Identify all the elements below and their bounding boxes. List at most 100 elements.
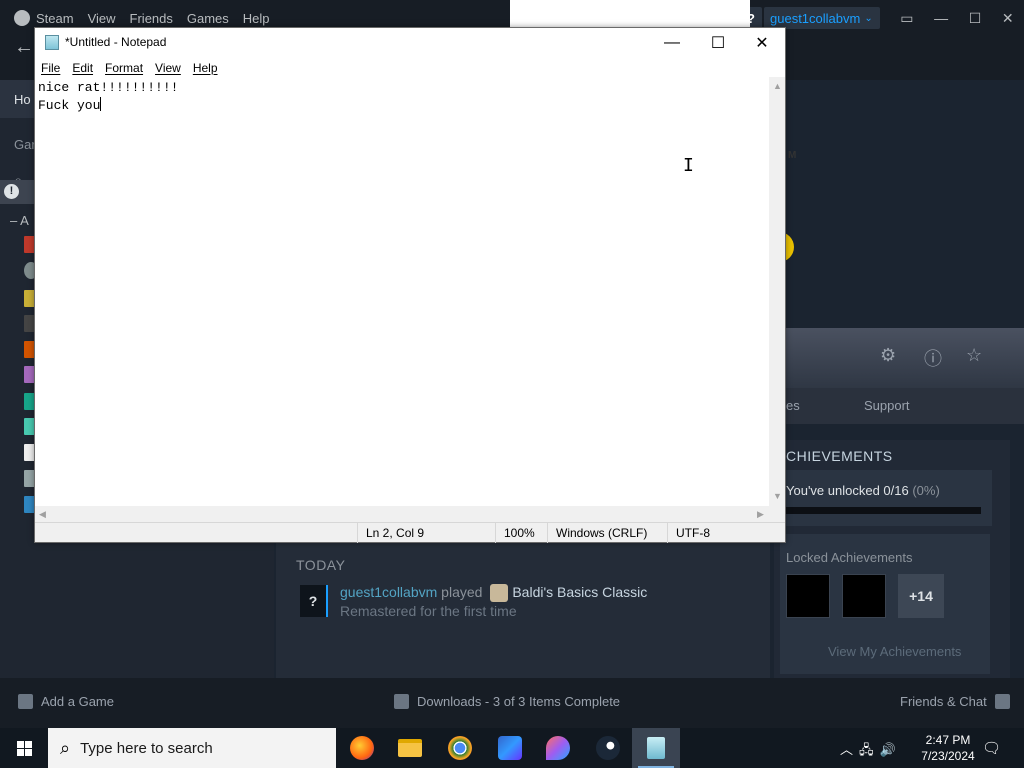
menu-help[interactable]: Help (193, 61, 218, 75)
sidebar-all-label: A (20, 213, 29, 228)
menu-file[interactable]: File (41, 61, 60, 75)
steam-window-controls: ▭ — ☐ ✕ (890, 0, 1024, 36)
unlocked-percent: (0%) (912, 483, 940, 498)
downloads-button[interactable]: Downloads - 3 of 3 Items Complete (394, 694, 620, 709)
locked-achievement-icon[interactable] (786, 574, 830, 618)
steam-menu-friends[interactable]: Friends (130, 11, 173, 26)
activity-verb: played (441, 584, 483, 600)
maximize-icon: ☐ (710, 35, 726, 52)
friends-chat-button[interactable]: Friends & Chat (900, 694, 1010, 709)
menu-edit[interactable]: Edit (72, 61, 93, 75)
windows-logo-icon (16, 740, 32, 756)
activity-user-link[interactable]: guest1collabvm (340, 584, 437, 600)
ibeam-cursor-icon: I (683, 155, 694, 176)
scroll-left-icon[interactable]: ◀ (39, 509, 46, 520)
search-placeholder: Type here to search (80, 739, 213, 757)
friends-chat-label: Friends & Chat (900, 694, 987, 709)
tab-support[interactable]: Support (864, 398, 910, 413)
gear-icon[interactable]: ⚙ (880, 345, 896, 366)
activity-game-icon: ? (300, 585, 328, 617)
file-explorer-icon (398, 739, 422, 757)
tab-partial[interactable]: es (786, 398, 800, 413)
search-icon: ⌕ (60, 737, 71, 758)
sidebar-home-label: Ho (14, 92, 31, 107)
clock-date: 7/23/2024 (921, 749, 975, 763)
status-bar: Ln 2, Col 9 100% Windows (CRLF) UTF-8 (35, 522, 785, 543)
achievements-unlocked-text: You've unlocked 0/16 (0%) (786, 483, 940, 498)
text-line-1: nice rat!!!!!!!!!! (38, 80, 179, 95)
activity-line: guest1collabvm played Baldi's Basics Cla… (340, 584, 647, 603)
sidebar-games-label[interactable]: Gar (14, 137, 36, 152)
taskbar-steam[interactable] (584, 728, 632, 768)
text-line-2: Fuck you (38, 98, 101, 113)
steam-logo-icon[interactable] (14, 10, 30, 26)
minimize-icon: — (664, 34, 680, 51)
steam-menu-help[interactable]: Help (243, 11, 270, 26)
chevron-up-icon[interactable]: ︿ (840, 742, 859, 757)
system-tray: ︿🖧🔊 2:47 PM 7/23/2024 🗨 (836, 728, 1024, 768)
close-icon[interactable]: ✕ (1002, 10, 1014, 27)
info-icon[interactable]: ⓘ (924, 345, 942, 371)
status-zoom: 100% (495, 523, 547, 543)
activity-line-2: Remastered for the first time (340, 603, 517, 619)
text-editor-area[interactable]: nice rat!!!!!!!!!! Fuck you (35, 77, 769, 506)
scroll-up-icon[interactable]: ▲ (773, 81, 782, 91)
taskbar-file-explorer[interactable] (386, 728, 434, 768)
volume-icon[interactable]: 🔊 (880, 742, 902, 757)
tray-icons[interactable]: ︿🖧🔊 (840, 739, 902, 763)
minimize-icon[interactable]: — (934, 10, 948, 26)
taskbar-search-box[interactable]: ⌕ Type here to search (48, 728, 336, 768)
window-title: *Untitled - Notepad (65, 35, 167, 49)
achievements-title: CHIEVEMENTS (786, 448, 893, 464)
steam-menu-games[interactable]: Games (187, 11, 229, 26)
warning-icon: ! (4, 184, 19, 199)
account-name: guest1collabvm (770, 10, 861, 26)
notification-icon[interactable]: 🗨 (982, 739, 1001, 757)
document-text: nice rat!!!!!!!!!! Fuck you (38, 79, 178, 115)
big-picture-icon[interactable]: ▭ (900, 10, 913, 27)
more-achievements-button[interactable]: +14 (898, 574, 944, 618)
notepad-menubar: File Edit Format View Help (35, 58, 785, 77)
chevron-down-icon: ⌄ (864, 12, 873, 24)
start-button[interactable] (0, 728, 48, 768)
taskbar-paint[interactable] (534, 728, 582, 768)
add-game-button[interactable]: Add a Game (18, 694, 114, 709)
scroll-right-icon[interactable]: ▶ (757, 509, 764, 520)
horizontal-scrollbar[interactable]: ◀ ▶ (35, 506, 769, 522)
maximize-button[interactable]: ☐ (695, 28, 741, 58)
minimize-button[interactable]: — (649, 28, 695, 58)
clock[interactable]: 2:47 PM 7/23/2024 (912, 732, 984, 764)
scrollbar-corner (769, 506, 785, 522)
view-achievements-link[interactable]: View My Achievements (828, 644, 961, 659)
menu-format[interactable]: Format (105, 61, 143, 75)
taskbar-firefox[interactable] (338, 728, 386, 768)
taskbar-chrome[interactable] (436, 728, 484, 768)
activity-heading: TODAY (296, 557, 346, 573)
downloads-label: Downloads - 3 of 3 Items Complete (417, 694, 621, 709)
scroll-down-icon[interactable]: ▼ (773, 491, 782, 501)
network-icon[interactable]: 🖧 (859, 742, 880, 757)
status-position: Ln 2, Col 9 (357, 523, 495, 543)
maximize-icon[interactable]: ☐ (969, 10, 982, 27)
locked-achievement-icon[interactable] (842, 574, 886, 618)
activity-game-link[interactable]: Baldi's Basics Classic (512, 584, 647, 600)
vertical-scrollbar[interactable]: ▲ ▼ (769, 77, 785, 506)
notepad-window: *Untitled - Notepad — ☐ ✕ File Edit Form… (34, 27, 786, 543)
account-menu-button[interactable]: guest1collabvm ⌄ (764, 7, 880, 29)
steam-menu-view[interactable]: View (88, 11, 116, 26)
friends-icon (994, 694, 1010, 709)
menu-view[interactable]: View (155, 61, 181, 75)
taskbar-notepad[interactable] (632, 728, 680, 768)
close-button[interactable]: ✕ (739, 28, 785, 58)
status-encoding: UTF-8 (667, 523, 785, 543)
steam-menu-steam[interactable]: Steam (36, 11, 74, 26)
back-arrow-icon[interactable]: ← (14, 36, 34, 59)
copilot-icon (498, 736, 522, 760)
sidebar-all-section[interactable]: – A (10, 213, 29, 228)
taskbar-copilot[interactable] (486, 728, 534, 768)
notepad-titlebar[interactable]: *Untitled - Notepad — ☐ ✕ (35, 28, 785, 58)
close-icon: ✕ (755, 35, 769, 52)
hero-fragment: M (788, 150, 797, 161)
star-icon[interactable]: ☆ (966, 345, 982, 366)
baldi-game-icon (490, 584, 509, 603)
